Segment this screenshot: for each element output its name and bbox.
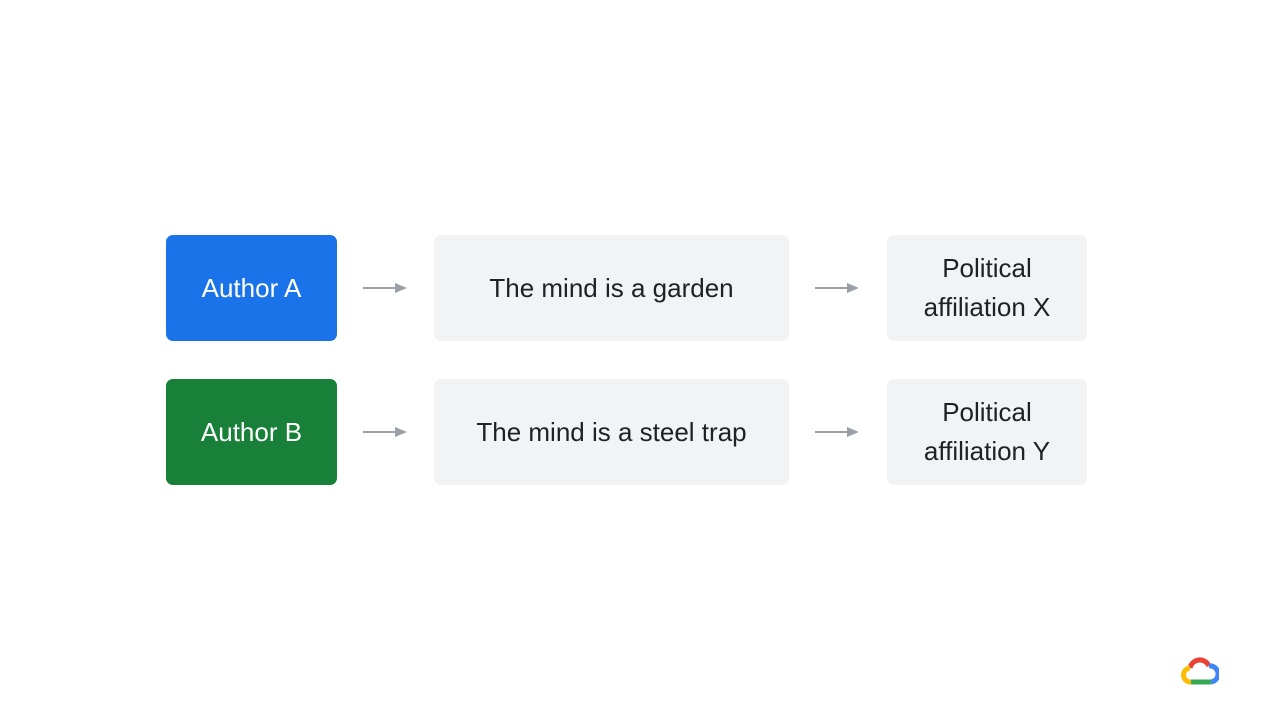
author-b-label: Author B [200,416,303,447]
arrow-right-icon [363,427,407,437]
affiliation-label-1: Political affiliation X [923,253,1051,322]
google-cloud-logo-icon [1181,657,1219,685]
affiliation-label-2: Political affiliation Y [923,397,1051,466]
author-a-label: Author A [201,272,302,303]
phrase-label-1: The mind is a garden [489,272,734,303]
author-a-box: Author A [166,235,337,341]
phrase-box-1: The mind is a garden [434,235,789,341]
phrase-label-2: The mind is a steel trap [476,416,747,447]
affiliation-box-2: Political affiliation Y [887,379,1087,485]
arrow-right-icon [363,283,407,293]
arrow-right-icon [815,427,859,437]
arrow-right-icon [815,283,859,293]
author-b-box: Author B [166,379,337,485]
affiliation-box-1: Political affiliation X [887,235,1087,341]
phrase-box-2: The mind is a steel trap [434,379,789,485]
